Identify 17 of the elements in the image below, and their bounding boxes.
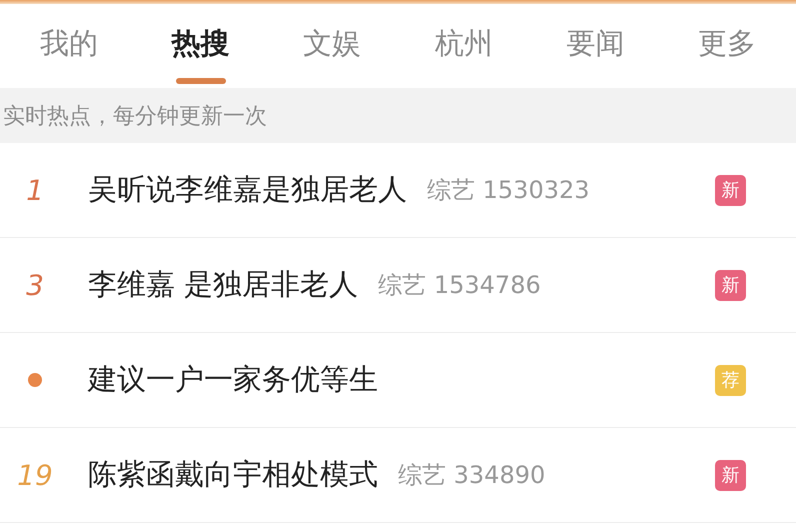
heat-count: 综艺 334890: [398, 460, 546, 491]
rank-number: 1: [26, 174, 44, 206]
hot-topic-link[interactable]: 陈紫函戴向宇相处模式: [88, 455, 378, 495]
rank-number: 3: [26, 268, 44, 302]
topic-tag: 新: [715, 460, 746, 490]
topic-tag: 新: [715, 270, 746, 300]
topic-tag: 新: [715, 174, 746, 206]
notice-text: 实时热点，每分钟更新一次: [3, 102, 267, 130]
hot-topic-link[interactable]: 吴昕说李维嘉是独居老人: [88, 170, 407, 210]
heat-count: 综艺 1530323: [427, 175, 590, 206]
rank-number: 19: [17, 458, 53, 492]
tab[interactable]: 热搜: [146, 0, 256, 88]
heat-count: 综艺 1534786: [378, 270, 541, 301]
hot-topic-link[interactable]: 建议一户一家务优等生: [88, 360, 378, 400]
active-tab-indicator: [176, 78, 226, 84]
hot-topic-link[interactable]: 李维嘉 是独居非老人: [88, 265, 358, 305]
topic-tag: 荐: [715, 364, 746, 396]
